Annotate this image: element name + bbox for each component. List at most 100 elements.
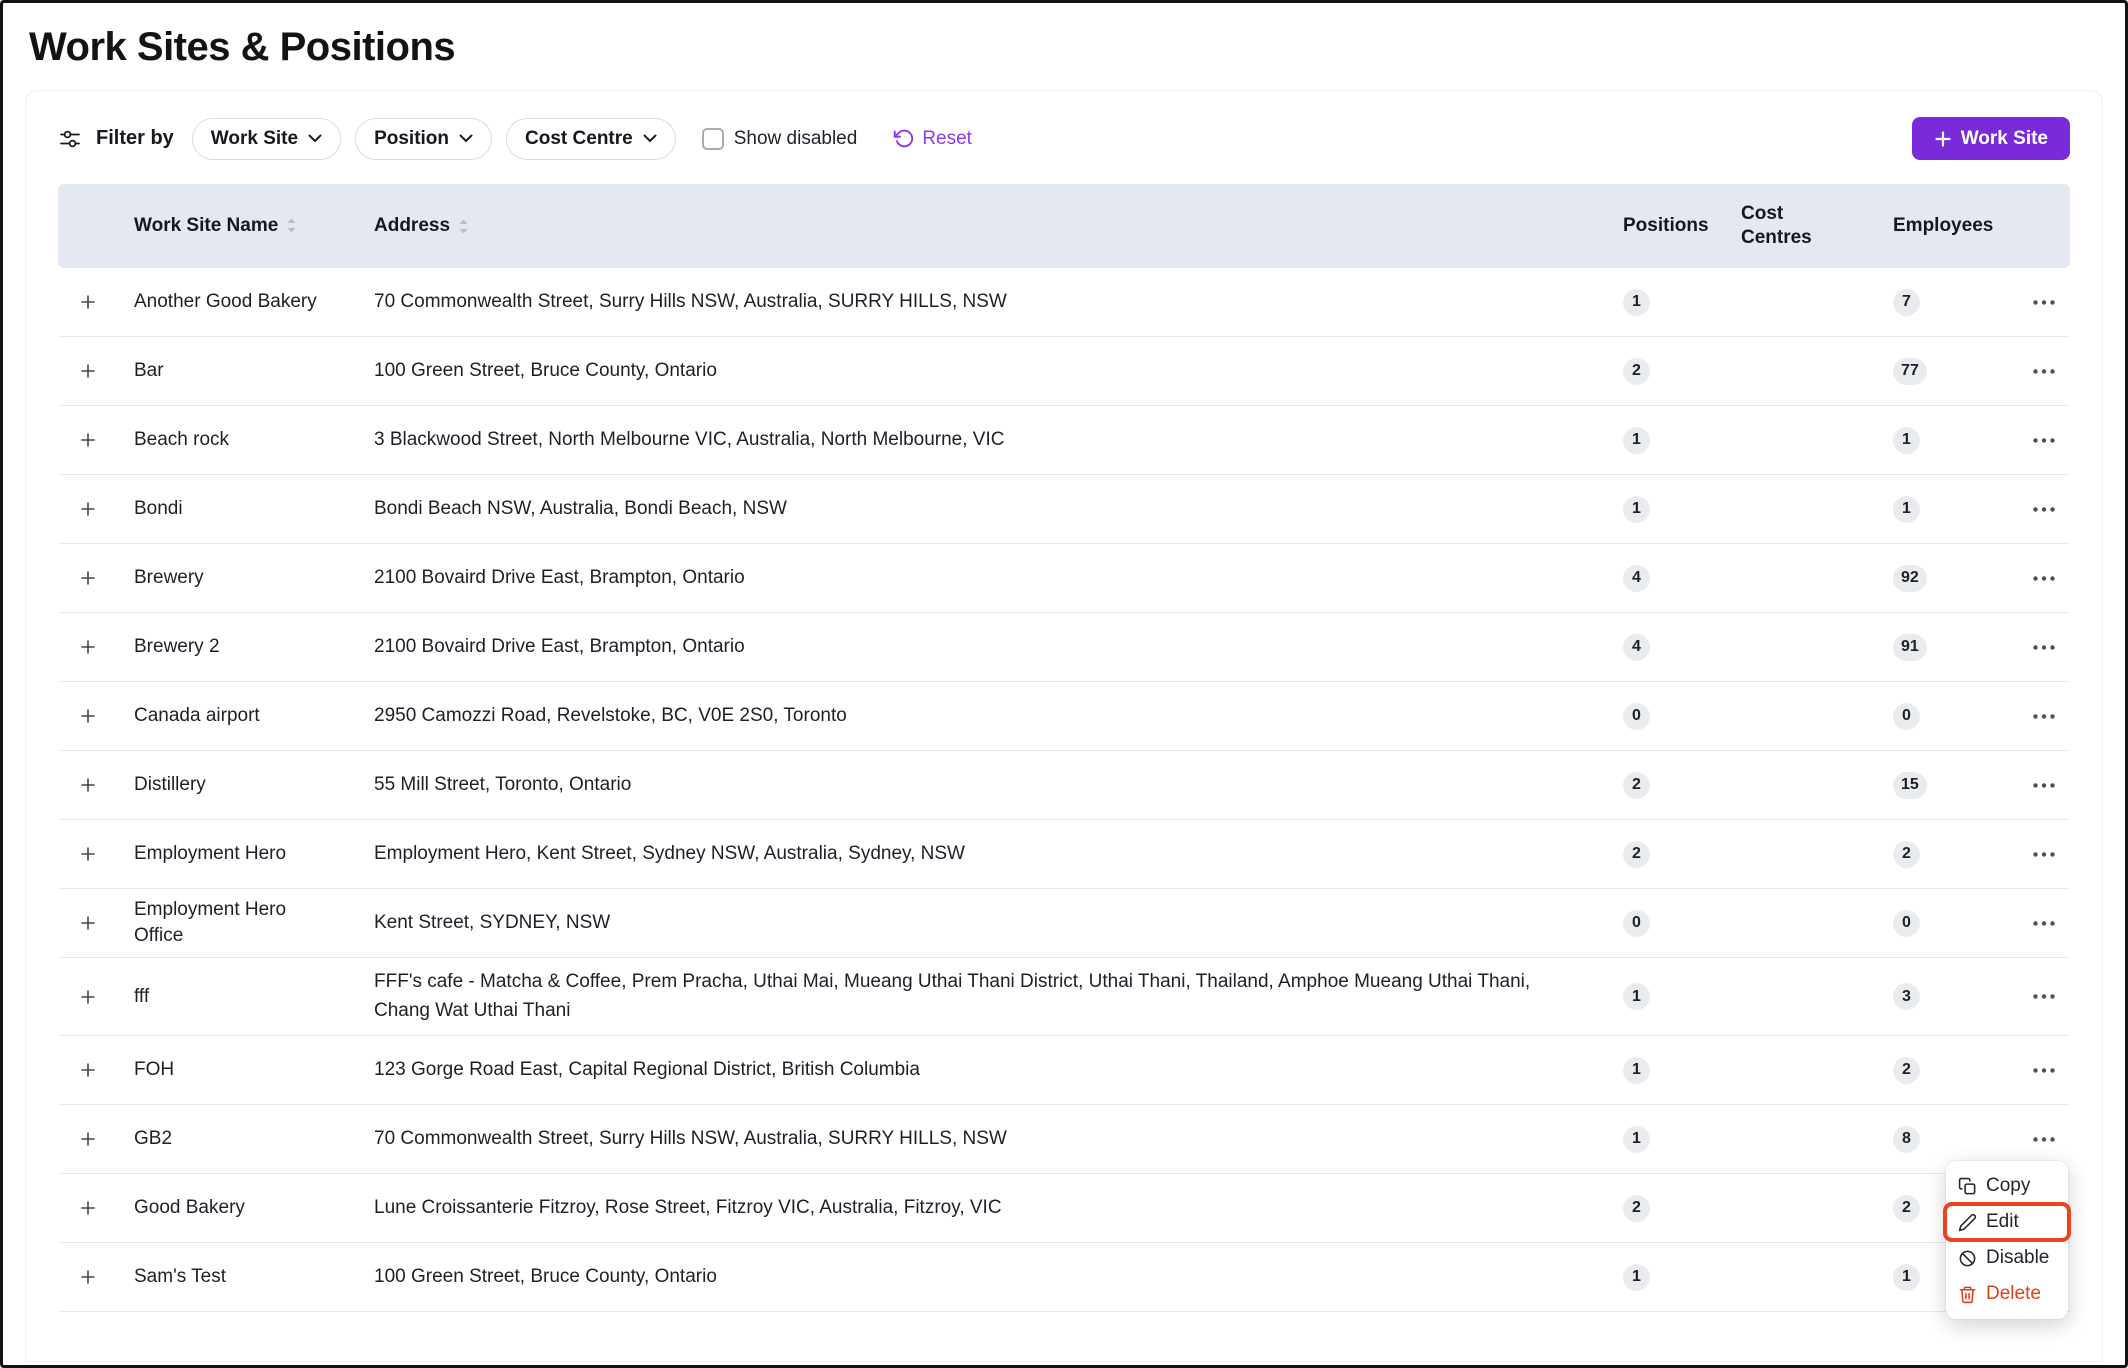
- worksite-name: Another Good Bakery: [134, 289, 374, 315]
- reset-label: Reset: [922, 128, 972, 150]
- chevron-down-icon: [643, 134, 657, 143]
- row-actions-menu-button[interactable]: [2026, 838, 2062, 870]
- worksite-name: Good Bakery: [134, 1195, 374, 1221]
- copy-icon: [1958, 1177, 1977, 1196]
- row-actions-menu-button[interactable]: [2026, 1123, 2062, 1155]
- plus-icon: [79, 638, 97, 656]
- expand-row-button[interactable]: [72, 1261, 104, 1293]
- employees-count-badge: 1: [1893, 427, 1920, 454]
- expand-row-button[interactable]: [72, 562, 104, 594]
- positions-count-badge: 1: [1623, 496, 1650, 523]
- row-actions-menu-button[interactable]: [2026, 424, 2062, 456]
- worksite-address: 2950 Camozzi Road, Revelstoke, BC, V0E 2…: [374, 692, 1621, 741]
- plus-icon: [79, 569, 97, 587]
- row-actions-menu-button[interactable]: [2026, 631, 2062, 663]
- three-dots-icon: [2032, 644, 2056, 651]
- employees-count-badge: 1: [1893, 496, 1920, 523]
- table-row: Employment Hero Employment Hero, Kent St…: [58, 820, 2070, 889]
- sort-icon[interactable]: [285, 217, 298, 234]
- row-actions-menu-button[interactable]: [2026, 1054, 2062, 1086]
- menu-item-copy[interactable]: Copy: [1946, 1168, 2068, 1204]
- three-dots-icon: [2032, 1136, 2056, 1143]
- expand-row-button[interactable]: [72, 286, 104, 318]
- table-row: Bar 100 Green Street, Bruce County, Onta…: [58, 337, 2070, 406]
- expand-row-button[interactable]: [72, 769, 104, 801]
- positions-count-badge: 1: [1623, 983, 1650, 1010]
- expand-row-button[interactable]: [72, 424, 104, 456]
- sort-icon[interactable]: [457, 218, 470, 235]
- worksite-address: FFF's cafe - Matcha & Coffee, Prem Prach…: [374, 958, 1621, 1035]
- employees-count-badge: 92: [1893, 565, 1927, 592]
- expand-row-button[interactable]: [72, 631, 104, 663]
- worksite-name: Distillery: [134, 772, 374, 798]
- reset-filters-button[interactable]: Reset: [887, 127, 978, 151]
- employees-count-badge: 0: [1893, 703, 1920, 730]
- column-header-address[interactable]: Address: [374, 202, 1621, 251]
- positions-count-badge: 2: [1623, 1195, 1650, 1222]
- worksite-name: Employment Hero Office: [134, 897, 374, 948]
- expand-row-button[interactable]: [72, 838, 104, 870]
- expand-row-button[interactable]: [72, 1123, 104, 1155]
- expand-row-button[interactable]: [72, 1192, 104, 1224]
- row-actions-menu-button[interactable]: [2026, 562, 2062, 594]
- column-header-work-site-name[interactable]: Work Site Name: [134, 213, 374, 239]
- three-dots-icon: [2032, 299, 2056, 306]
- column-header-employees: Employees: [1891, 215, 2006, 237]
- table-row: Beach rock 3 Blackwood Street, North Mel…: [58, 406, 2070, 475]
- three-dots-icon: [2032, 437, 2056, 444]
- expand-row-button[interactable]: [72, 700, 104, 732]
- positions-count-badge: 1: [1623, 1057, 1650, 1084]
- positions-count-badge: 1: [1623, 1264, 1650, 1291]
- position-filter-dropdown[interactable]: Position: [355, 118, 492, 160]
- table-row: fff FFF's cafe - Matcha & Coffee, Prem P…: [58, 958, 2070, 1036]
- show-disabled-toggle: Show disabled: [702, 128, 858, 150]
- row-actions-menu-button[interactable]: [2026, 286, 2062, 318]
- worksite-address: 55 Mill Street, Toronto, Ontario: [374, 761, 1621, 810]
- plus-icon: [79, 914, 97, 932]
- three-dots-icon: [2032, 1067, 2056, 1074]
- cost-centre-filter-dropdown[interactable]: Cost Centre: [506, 118, 676, 160]
- menu-item-disable[interactable]: Disable: [1946, 1240, 2068, 1276]
- show-disabled-checkbox[interactable]: [702, 128, 724, 150]
- expand-row-button[interactable]: [72, 355, 104, 387]
- expand-row-button[interactable]: [72, 493, 104, 525]
- worksite-address: Bondi Beach NSW, Australia, Bondi Beach,…: [374, 485, 1621, 534]
- expand-row-button[interactable]: [72, 981, 104, 1013]
- menu-item-edit[interactable]: Edit: [1946, 1204, 2068, 1240]
- chevron-down-icon: [308, 134, 322, 143]
- plus-icon: [79, 1199, 97, 1217]
- positions-count-badge: 4: [1623, 565, 1650, 592]
- positions-count-badge: 4: [1623, 634, 1650, 661]
- worksite-name: Brewery 2: [134, 634, 374, 660]
- table-header: Work Site Name Address Positions Cost Ce…: [58, 184, 2070, 268]
- worksite-name: Bondi: [134, 496, 374, 522]
- page-title: Work Sites & Positions: [3, 3, 2125, 84]
- row-context-menu: Copy Edit Disable Delete: [1946, 1161, 2068, 1319]
- reset-icon: [893, 128, 914, 149]
- row-actions-menu-button[interactable]: [2026, 493, 2062, 525]
- row-actions-menu-button[interactable]: [2026, 981, 2062, 1013]
- plus-icon: [79, 500, 97, 518]
- row-actions-menu-button[interactable]: [2026, 355, 2062, 387]
- menu-item-delete[interactable]: Delete: [1946, 1276, 2068, 1312]
- three-dots-icon: [2032, 575, 2056, 582]
- three-dots-icon: [2032, 506, 2056, 513]
- row-actions-menu-button[interactable]: [2026, 907, 2062, 939]
- work-site-filter-dropdown[interactable]: Work Site: [192, 118, 341, 160]
- plus-icon: [79, 1268, 97, 1286]
- expand-row-button[interactable]: [72, 907, 104, 939]
- row-actions-menu-button[interactable]: [2026, 769, 2062, 801]
- three-dots-icon: [2032, 851, 2056, 858]
- worksite-name: Beach rock: [134, 427, 374, 453]
- three-dots-icon: [2032, 920, 2056, 927]
- worksite-name: Sam's Test: [134, 1264, 374, 1290]
- filter-by-label: Filter by: [96, 127, 174, 150]
- expand-row-button[interactable]: [72, 1054, 104, 1086]
- employees-count-badge: 77: [1893, 358, 1927, 385]
- plus-icon: [79, 845, 97, 863]
- worksite-name: GB2: [134, 1126, 374, 1152]
- row-actions-menu-button[interactable]: [2026, 700, 2062, 732]
- table-row: Distillery 55 Mill Street, Toronto, Onta…: [58, 751, 2070, 820]
- add-work-site-button[interactable]: Work Site: [1912, 117, 2070, 160]
- worksite-address: 100 Green Street, Bruce County, Ontario: [374, 347, 1621, 396]
